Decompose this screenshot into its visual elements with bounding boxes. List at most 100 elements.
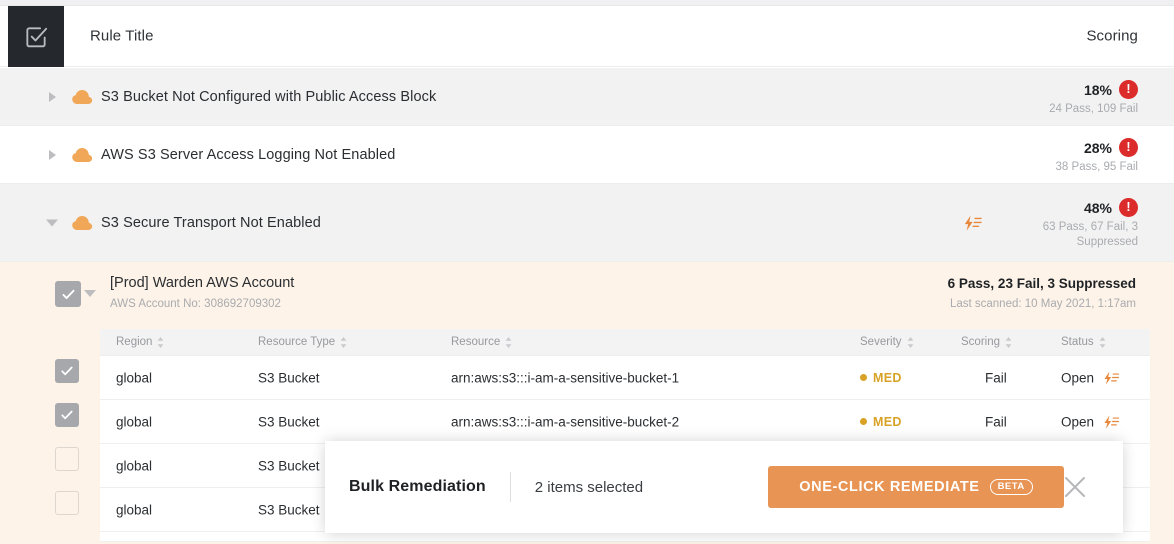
rule-score-summary: 24 Pass, 109 Fail xyxy=(1049,103,1138,115)
account-header: [Prod] Warden AWS Account AWS Account No… xyxy=(0,262,1174,325)
column-header-severity[interactable]: Severity xyxy=(860,336,914,348)
error-badge-icon: ! xyxy=(1119,138,1138,157)
cell-severity: MED xyxy=(860,415,902,429)
account-caret-down-icon[interactable] xyxy=(84,290,96,297)
one-click-remediate-button[interactable]: ONE-CLICK REMEDIATE BETA xyxy=(768,466,1064,508)
column-header-region[interactable]: Region xyxy=(116,336,164,348)
account-number: AWS Account No: 308692709302 xyxy=(110,298,281,310)
cell-scoring: Fail xyxy=(985,414,1007,429)
lightning-bolt-icon[interactable] xyxy=(1102,370,1121,385)
account-select-checkbox[interactable] xyxy=(55,281,81,307)
caret-right-icon[interactable] xyxy=(49,149,56,160)
rule-score-block: 18% ! 24 Pass, 109 Fail xyxy=(1049,80,1138,117)
rule-title: S3 Secure Transport Not Enabled xyxy=(101,214,321,231)
toast-title: Bulk Remediation xyxy=(349,478,486,495)
bulk-remediation-toast: Bulk Remediation 2 items selected ONE-CL… xyxy=(325,441,1123,533)
severity-dot-icon xyxy=(860,418,867,425)
column-label: Resource xyxy=(451,336,501,348)
table-header: Rule Title Scoring xyxy=(0,6,1174,67)
rule-row[interactable]: AWS S3 Server Access Logging Not Enabled… xyxy=(0,126,1174,184)
column-header-scoring: Scoring xyxy=(1086,27,1138,45)
column-label: Resource Type xyxy=(258,336,336,348)
sort-icon xyxy=(158,336,164,348)
cloud-icon xyxy=(72,215,93,230)
close-icon[interactable] xyxy=(1061,473,1089,501)
cell-resource: arn:aws:s3:::i-am-a-sensitive-bucket-1 xyxy=(451,370,680,385)
sort-icon xyxy=(505,336,512,348)
cell-status: Open xyxy=(1061,414,1121,429)
cell-severity: MED xyxy=(860,371,902,385)
cell-resource: arn:aws:s3:::i-am-a-sensitive-bucket-2 xyxy=(451,414,680,429)
cloud-icon xyxy=(72,147,93,162)
caret-down-icon[interactable] xyxy=(46,219,58,226)
remediate-button-label: ONE-CLICK REMEDIATE xyxy=(799,479,980,495)
beta-badge: BETA xyxy=(989,479,1033,495)
column-header-rule-title: Rule Title xyxy=(90,27,154,45)
right-gutter xyxy=(1150,329,1174,544)
table-row[interactable]: global S3 Bucket arn:aws:s3:::i-am-a-sen… xyxy=(100,400,1150,444)
check-icon xyxy=(61,410,73,420)
sort-icon xyxy=(907,336,913,348)
column-label: Region xyxy=(116,336,153,348)
column-header-scoring[interactable]: Scoring xyxy=(961,336,1012,348)
caret-right-icon[interactable] xyxy=(49,91,56,102)
column-header-resource[interactable]: Resource xyxy=(451,336,512,348)
toast-divider xyxy=(509,472,511,502)
column-label: Severity xyxy=(860,336,902,348)
sort-icon xyxy=(1005,336,1012,348)
error-badge-icon: ! xyxy=(1119,198,1138,217)
cell-resource-type: S3 Bucket xyxy=(258,458,320,473)
rule-row-expanded[interactable]: S3 Secure Transport Not Enabled 48% ! 63… xyxy=(0,184,1174,262)
error-badge-icon: ! xyxy=(1119,80,1138,99)
account-stats: 6 Pass, 23 Fail, 3 Suppressed xyxy=(947,276,1136,291)
checkbox-check-icon xyxy=(26,26,48,47)
check-icon xyxy=(62,289,74,299)
table-row[interactable]: global S3 Bucket arn:aws:s3:::i-am-a-sen… xyxy=(100,356,1150,400)
cell-region: global xyxy=(116,502,153,517)
row-select-checkbox[interactable] xyxy=(55,403,79,427)
severity-label: MED xyxy=(873,414,902,429)
rule-row[interactable]: S3 Bucket Not Configured with Public Acc… xyxy=(0,68,1174,126)
account-last-scanned: Last scanned: 10 May 2021, 1:17am xyxy=(949,298,1136,310)
sort-icon xyxy=(340,336,347,348)
status-label: Open xyxy=(1061,414,1095,429)
status-label: Open xyxy=(1061,370,1095,385)
rule-score-block: 48% ! 63 Pass, 67 Fail, 3 Suppressed xyxy=(988,198,1138,250)
row-select-checkbox[interactable] xyxy=(55,359,79,383)
column-label: Scoring xyxy=(961,336,1000,348)
check-icon xyxy=(61,366,73,376)
lightning-bolt-icon[interactable] xyxy=(1102,414,1121,429)
select-all-checkbox-cell[interactable] xyxy=(8,6,64,67)
account-name: [Prod] Warden AWS Account xyxy=(110,275,295,291)
sort-icon xyxy=(1099,336,1106,348)
rule-score-percent: 18% xyxy=(1083,81,1112,98)
column-header-resource-type[interactable]: Resource Type xyxy=(258,336,347,348)
severity-label: MED xyxy=(873,370,902,385)
table-column-headers: Region Resource Type Resource Severity S… xyxy=(100,329,1150,356)
table-row[interactable] xyxy=(100,532,1150,542)
cell-status: Open xyxy=(1061,370,1121,385)
row-select-checkbox[interactable] xyxy=(55,447,79,471)
rule-score-block: 28% ! 38 Pass, 95 Fail xyxy=(1056,138,1138,175)
cell-resource-type: S3 Bucket xyxy=(258,414,320,429)
row-select-checkbox[interactable] xyxy=(55,491,79,515)
cell-scoring: Fail xyxy=(985,370,1007,385)
rule-score-summary: 38 Pass, 95 Fail xyxy=(1055,161,1138,173)
column-header-status[interactable]: Status xyxy=(1061,336,1106,348)
cell-region: global xyxy=(116,458,153,473)
cell-region: global xyxy=(116,370,153,385)
rule-title: S3 Bucket Not Configured with Public Acc… xyxy=(101,88,437,105)
rule-score-percent: 48% xyxy=(1083,199,1112,216)
rule-score-summary: 63 Pass, 67 Fail, 3 Suppressed xyxy=(1042,221,1138,248)
cell-resource-type: S3 Bucket xyxy=(258,370,320,385)
rule-score-percent: 28% xyxy=(1083,139,1112,156)
rule-title: AWS S3 Server Access Logging Not Enabled xyxy=(101,146,396,163)
selected-items-count: 2 items selected xyxy=(534,478,644,496)
cell-resource-type: S3 Bucket xyxy=(258,502,320,517)
cloud-icon xyxy=(72,89,93,104)
cell-region: global xyxy=(116,414,153,429)
lightning-bolt-icon[interactable] xyxy=(962,214,984,231)
rule-list-screen: Rule Title Scoring S3 Bucket Not Configu… xyxy=(0,0,1174,544)
column-label: Status xyxy=(1061,336,1094,348)
severity-dot-icon xyxy=(860,374,867,381)
